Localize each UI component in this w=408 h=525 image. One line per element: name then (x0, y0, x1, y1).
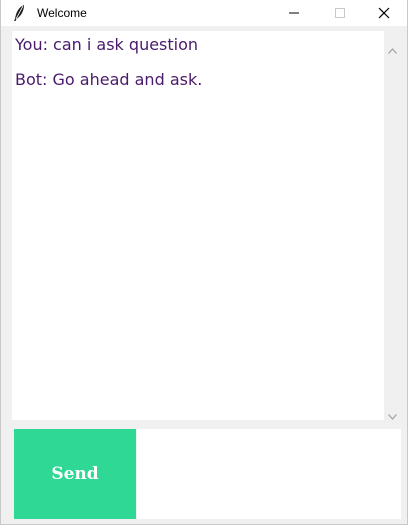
maximize-icon (335, 8, 345, 18)
close-icon (378, 7, 390, 19)
title-bar[interactable]: Welcome (1, 0, 407, 26)
window-title: Welcome (37, 6, 87, 20)
chat-log[interactable]: You: can i ask question Bot: Go ahead an… (12, 31, 384, 420)
close-button[interactable] (361, 0, 407, 26)
app-window: Welcome You: can i ask question Bot: Go … (0, 0, 408, 525)
chat-scrollbar[interactable] (384, 31, 401, 420)
minimize-button[interactable] (271, 0, 317, 26)
scroll-up-arrow-icon[interactable] (388, 39, 397, 58)
scroll-down-arrow-icon[interactable] (388, 405, 397, 424)
chat-message: Bot: Go ahead and ask. (15, 70, 203, 89)
chat-message: You: can i ask question (15, 35, 199, 54)
minimize-icon (289, 12, 299, 14)
message-input[interactable] (137, 429, 401, 519)
send-button[interactable]: Send (14, 429, 136, 519)
feather-icon (12, 4, 26, 22)
maximize-button[interactable] (317, 0, 363, 26)
